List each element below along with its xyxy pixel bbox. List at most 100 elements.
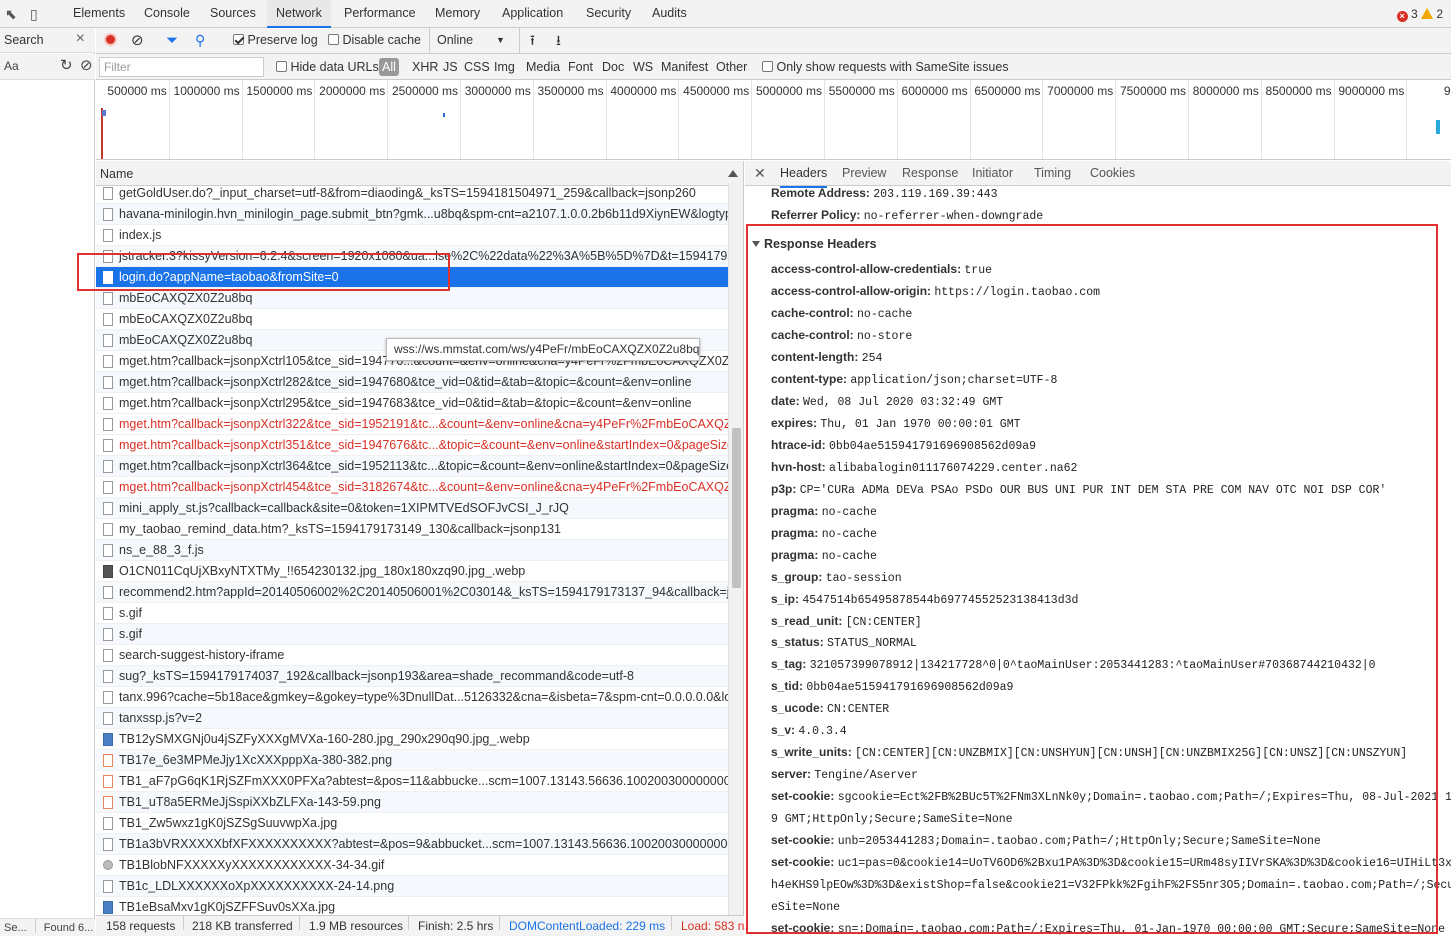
samesite-checkbox[interactable]: Only show requests with SameSite issues (762, 54, 1009, 80)
request-name: mget.htm?callback=jsonpXctrl282&tce_sid=… (119, 375, 692, 389)
hide-data-urls-checkbox[interactable]: Hide data URLs (276, 54, 379, 80)
request-row[interactable]: mget.htm?callback=jsonpXctrl322&tce_sid=… (96, 414, 728, 435)
type-filter-ws[interactable]: WS (633, 54, 653, 80)
timeline-tick-label: 7500000 ms (1119, 84, 1186, 98)
request-row[interactable]: TB1a3bVRXXXXXbfXFXXXXXXXXXX?abtest=&pos=… (96, 834, 728, 855)
request-row[interactable]: recommend2.htm?appId=20140506002%2C20140… (96, 582, 728, 603)
request-row[interactable]: TB17e_6e3MPMeJjy1XcXXXpppXa-380-382.png (96, 750, 728, 771)
document-file-icon (103, 187, 113, 200)
timeline-gridline: 6000000 ms (902, 80, 971, 159)
request-row[interactable]: TB1eBsaMxv1gK0jSZFFSuv0sXXa.jpg (96, 897, 728, 915)
request-row[interactable]: mget.htm?callback=jsonpXctrl364&tce_sid=… (96, 456, 728, 477)
details-tab-response[interactable]: Response (902, 161, 958, 186)
sort-ascending-icon (728, 170, 738, 177)
request-row[interactable]: index.js (96, 225, 728, 246)
type-filter-label: WS (633, 60, 654, 74)
type-filter-doc[interactable]: Doc (602, 54, 624, 80)
tab-sources[interactable]: Sources (201, 0, 265, 28)
inspect-icon[interactable]: ⬉ (5, 0, 17, 28)
type-filter-all[interactable]: All (379, 54, 399, 80)
preserve-log-checkbox[interactable]: Preserve log (233, 28, 318, 53)
separator (183, 916, 184, 930)
request-row[interactable]: my_taobao_remind_data.htm?_ksTS=15941791… (96, 519, 728, 540)
tab-elements[interactable]: Elements (64, 0, 134, 28)
tab-performance[interactable]: Performance (335, 0, 425, 28)
request-row[interactable]: search-suggest-history-iframe (96, 645, 728, 666)
request-row[interactable]: TB1c_LDLXXXXXXoXpXXXXXXXXXX-24-14.png (96, 876, 728, 897)
checkbox-icon (276, 61, 287, 72)
issue-counter[interactable]: × 3 2 (1396, 0, 1443, 28)
close-icon[interactable]: ✕ (754, 161, 766, 185)
timeline-tick-label: 5000000 ms (755, 84, 822, 98)
request-row[interactable]: TB1_aF7pG6qK1RjSZFmXXX0PFXa?abtest=&pos=… (96, 771, 728, 792)
details-tab-preview[interactable]: Preview (842, 161, 886, 186)
request-row[interactable]: havana-minilogin.hvn_minilogin_page.subm… (96, 204, 728, 225)
tab-memory[interactable]: Memory (426, 0, 489, 28)
record-button[interactable] (104, 28, 117, 53)
timeline-tick-label: 9000000 ms (1338, 84, 1405, 98)
search-icon[interactable]: ⚲ (195, 28, 205, 53)
type-filter-xhr[interactable]: XHR (412, 54, 438, 80)
tab-audits[interactable]: Audits (643, 0, 696, 28)
scrollbar[interactable] (728, 183, 743, 915)
type-filter-font[interactable]: Font (568, 54, 593, 80)
import-har-icon[interactable]: ⭱ (519, 28, 535, 53)
request-row[interactable]: mget.htm?callback=jsonpXctrl282&tce_sid=… (96, 372, 728, 393)
request-name: mget.htm?callback=jsonpXctrl351&tce_sid=… (119, 438, 728, 452)
request-row[interactable]: tanxssp.js?v=2 (96, 708, 728, 729)
request-row[interactable]: mbEoCAXQZX0Z2u8bq (96, 288, 728, 309)
device-toggle-icon[interactable]: ▯ (30, 0, 38, 28)
request-row[interactable]: mget.htm?callback=jsonpXctrl295&tce_sid=… (96, 393, 728, 414)
request-row[interactable]: mget.htm?callback=jsonpXctrl454&tce_sid=… (96, 477, 728, 498)
clear-icon[interactable]: ⊘ (80, 56, 93, 74)
request-row[interactable]: s.gif (96, 624, 728, 645)
scrollbar-thumb[interactable] (732, 428, 741, 588)
devtools-tab-bar: ⬉ ▯ Elements Console Sources Network Perform… (0, 0, 1451, 28)
request-row[interactable]: mget.htm?callback=jsonpXctrl351&tce_sid=… (96, 435, 728, 456)
request-row[interactable]: mini_apply_st.js?callback=callback&site=… (96, 498, 728, 519)
type-filter-manifest[interactable]: Manifest (661, 54, 708, 80)
request-row[interactable]: ns_e_88_3_f.js (96, 540, 728, 561)
request-row[interactable]: tanx.996?cache=5b18ace&gmkey=&gokey=type… (96, 687, 728, 708)
tab-console[interactable]: Console (135, 0, 199, 28)
search-panel-title: Search (4, 33, 44, 47)
timeline-gridline: 7000000 ms (1047, 80, 1117, 159)
request-row[interactable]: TB12ySMXGNj0u4jSZFyXXXgMVXa-160-280.jpg_… (96, 729, 728, 750)
tab-application[interactable]: Application (493, 0, 572, 28)
clear-button[interactable]: ⊘ (131, 28, 144, 53)
type-filter-js[interactable]: JS (443, 54, 458, 80)
close-icon[interactable]: × (76, 30, 85, 48)
request-row[interactable]: TB1BlobNFXXXXXyXXXXXXXXXXXX-34-34.gif (96, 855, 728, 876)
throttling-select[interactable]: Online ▼ (429, 28, 509, 53)
details-tab-headers[interactable]: Headers (780, 161, 828, 188)
disable-cache-checkbox[interactable]: Disable cache (328, 28, 421, 53)
type-filter-img[interactable]: Img (494, 54, 515, 80)
request-row[interactable]: O1CN011CqUjXBxyNTXTMy_!!654230132.jpg_18… (96, 561, 728, 582)
request-row[interactable]: TB1_Zw5wxz1gK0jSZSgSuuvwpXa.jpg (96, 813, 728, 834)
type-filter-css[interactable]: CSS (464, 54, 490, 80)
request-row[interactable]: getGoldUser.do?_input_charset=utf-8&from… (96, 183, 728, 204)
details-tab-cookies[interactable]: Cookies (1090, 161, 1135, 186)
timeline-overview[interactable]: 500000 ms 1000000 ms 1500000 ms 2000000 ms 2… (96, 80, 1451, 160)
document-file-icon (103, 208, 113, 221)
document-file-icon (103, 502, 113, 515)
details-tab-timing[interactable]: Timing (1034, 161, 1071, 186)
details-tab-initiator[interactable]: Initiator (972, 161, 1013, 186)
tab-network[interactable]: Network (267, 0, 331, 28)
highlight-box (77, 253, 450, 291)
type-filter-other[interactable]: Other (716, 54, 747, 80)
request-row[interactable]: mbEoCAXQZX0Z2u8bq (96, 309, 728, 330)
header-row: Remote Address: 203.119.169.39:443 (771, 186, 998, 201)
export-har-icon[interactable]: ⭳ (556, 28, 561, 53)
type-filter-media[interactable]: Media (526, 54, 560, 80)
request-row[interactable]: s.gif (96, 603, 728, 624)
load-time: Load: 583 n (681, 919, 744, 933)
refresh-icon[interactable]: ↻ (60, 56, 73, 74)
request-row[interactable]: TB1_uT8a5ERMeJjSspiXXbZLFXa-143-59.png (96, 792, 728, 813)
request-row[interactable]: sug?_ksTS=1594179174037_192&callback=jso… (96, 666, 728, 687)
match-case-button[interactable]: Aa (4, 59, 19, 73)
filter-icon[interactable]: ⏷ (166, 28, 178, 53)
dom-content-loaded: DOMContentLoaded: 229 ms (509, 919, 666, 933)
tab-security[interactable]: Security (577, 0, 640, 28)
filter-input[interactable]: Filter (99, 57, 264, 77)
